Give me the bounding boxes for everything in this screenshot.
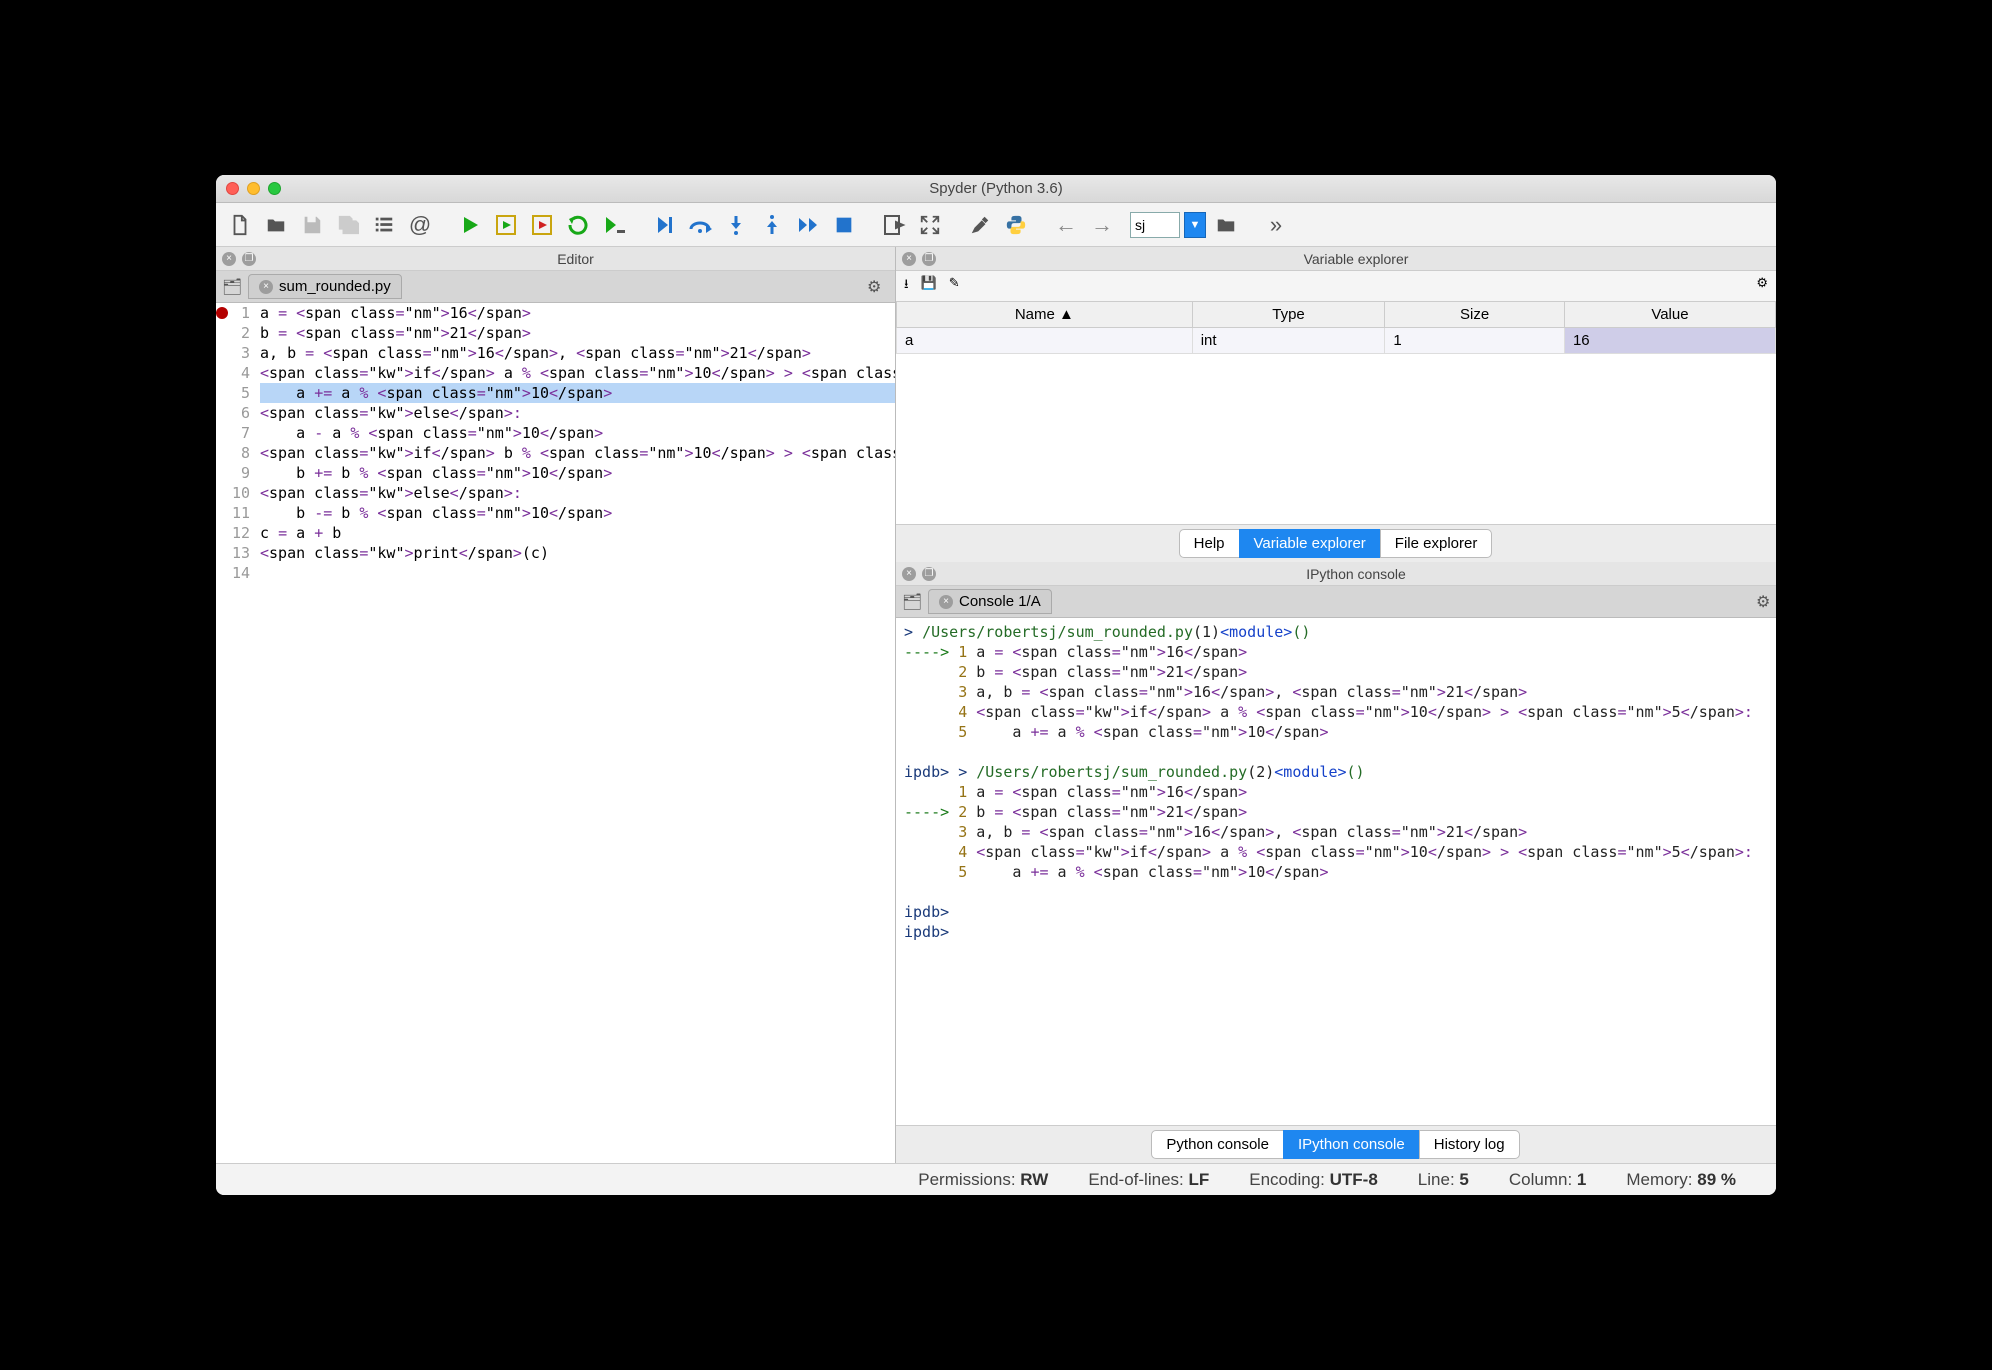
status-column-label: Column: <box>1509 1170 1572 1189</box>
var-row[interactable]: aint116 <box>897 328 1776 354</box>
console-pane-title: IPython console <box>942 566 1770 582</box>
status-encoding-label: Encoding: <box>1249 1170 1325 1189</box>
python-path-button[interactable] <box>1000 209 1032 241</box>
run-cell-advance-button[interactable] <box>526 209 558 241</box>
back-button[interactable]: ← <box>1050 209 1082 241</box>
status-bar: Permissions: RW End-of-lines: LF Encodin… <box>216 1163 1776 1195</box>
window-title: Spyder (Python 3.6) <box>216 180 1776 197</box>
list-button[interactable] <box>368 209 400 241</box>
tab-variable-explorer[interactable]: Variable explorer <box>1239 529 1381 558</box>
status-memory-value: 89 % <box>1697 1170 1736 1189</box>
main-toolbar: @ ← → ▼ » <box>216 203 1776 247</box>
status-memory-label: Memory: <box>1626 1170 1692 1189</box>
app-window: Spyder (Python 3.6) @ ← → ▼ <box>216 175 1776 1195</box>
console-browse-icon[interactable]: 🗂 <box>902 592 924 612</box>
at-button[interactable]: @ <box>404 209 436 241</box>
var-col-value[interactable]: Value <box>1564 302 1775 328</box>
console-options-icon[interactable]: ⚙ <box>1756 592 1770 612</box>
save-button[interactable] <box>296 209 328 241</box>
run-cell-button[interactable] <box>490 209 522 241</box>
status-eol-value: LF <box>1188 1170 1209 1189</box>
continue-button[interactable] <box>792 209 824 241</box>
varexp-import-button[interactable]: ⭳ <box>904 275 909 297</box>
varexp-pane-header: × ❐ Variable explorer <box>896 247 1776 271</box>
maximize-pane-button[interactable] <box>914 209 946 241</box>
working-dir-dropdown[interactable]: ▼ <box>1184 212 1206 238</box>
varexp-save-button[interactable]: 💾 <box>921 275 937 297</box>
editor-tab[interactable]: × sum_rounded.py <box>248 274 402 299</box>
varexp-pane-title: Variable explorer <box>942 251 1770 267</box>
var-col-name[interactable]: Name ▲ <box>897 302 1193 328</box>
editor-pane-title: Editor <box>262 251 889 267</box>
debug-button[interactable] <box>648 209 680 241</box>
run-selection-button[interactable] <box>598 209 630 241</box>
console-tab[interactable]: × Console 1/A <box>928 589 1052 614</box>
varexp-pane-undock[interactable]: ❐ <box>922 252 936 266</box>
editor-tab-close[interactable]: × <box>259 280 273 294</box>
editor-browse-icon[interactable]: 🗂 <box>222 277 244 297</box>
tab-ipython-console[interactable]: IPython console <box>1283 1130 1420 1159</box>
status-permissions-label: Permissions: <box>918 1170 1015 1189</box>
console-pane-undock[interactable]: ❐ <box>922 567 936 581</box>
status-permissions-value: RW <box>1020 1170 1048 1189</box>
console-tabs: Python consoleIPython consoleHistory log <box>896 1125 1776 1163</box>
editor-tab-label: sum_rounded.py <box>279 278 391 295</box>
toolbar-overflow-button[interactable]: » <box>1260 209 1292 241</box>
varexp-options-icon[interactable]: ⚙ <box>1756 275 1768 297</box>
stop-debug-button[interactable] <box>828 209 860 241</box>
editor-pane-header: × ❐ Editor <box>216 247 895 271</box>
browse-dir-button[interactable] <box>1210 209 1242 241</box>
console-tab-close[interactable]: × <box>939 595 953 609</box>
code-editor[interactable]: 1234567891011121314a = <span class="nm">… <box>216 303 895 1163</box>
editor-pane-close[interactable]: × <box>222 252 236 266</box>
varexp-tabs: HelpVariable explorerFile explorer <box>896 524 1776 562</box>
working-dir-input[interactable] <box>1130 212 1180 238</box>
var-col-type[interactable]: Type <box>1192 302 1385 328</box>
status-line-label: Line: <box>1418 1170 1455 1189</box>
titlebar: Spyder (Python 3.6) <box>216 175 1776 203</box>
tab-python-console[interactable]: Python console <box>1151 1130 1284 1159</box>
status-eol-label: End-of-lines: <box>1088 1170 1183 1189</box>
console-tab-label: Console 1/A <box>959 593 1041 610</box>
var-col-size[interactable]: Size <box>1385 302 1565 328</box>
status-column-value: 1 <box>1577 1170 1586 1189</box>
console-pane-close[interactable]: × <box>902 567 916 581</box>
run-button[interactable] <box>454 209 486 241</box>
open-file-button[interactable] <box>260 209 292 241</box>
preferences-button[interactable] <box>964 209 996 241</box>
tab-history-log[interactable]: History log <box>1419 1130 1520 1159</box>
save-all-button[interactable] <box>332 209 364 241</box>
status-encoding-value: UTF-8 <box>1330 1170 1378 1189</box>
ipython-console[interactable]: > /Users/robertsj/sum_rounded.py(1)<modu… <box>896 618 1776 1125</box>
varexp-pane-close[interactable]: × <box>902 252 916 266</box>
tab-file-explorer[interactable]: File explorer <box>1380 529 1493 558</box>
editor-options-icon[interactable]: ⚙ <box>867 277 889 297</box>
editor-pane-undock[interactable]: ❐ <box>242 252 256 266</box>
console-pane-header: × ❐ IPython console <box>896 562 1776 586</box>
tab-help[interactable]: Help <box>1179 529 1240 558</box>
step-over-button[interactable] <box>684 209 716 241</box>
step-out-button[interactable] <box>756 209 788 241</box>
varexp-saveas-button[interactable]: ✎ <box>949 275 960 297</box>
status-line-value: 5 <box>1459 1170 1468 1189</box>
new-file-button[interactable] <box>224 209 256 241</box>
exit-debug-button[interactable] <box>878 209 910 241</box>
forward-button[interactable]: → <box>1086 209 1118 241</box>
variable-table[interactable]: Name ▲TypeSizeValue aint116 <box>896 301 1776 354</box>
step-into-button[interactable] <box>720 209 752 241</box>
rerun-button[interactable] <box>562 209 594 241</box>
